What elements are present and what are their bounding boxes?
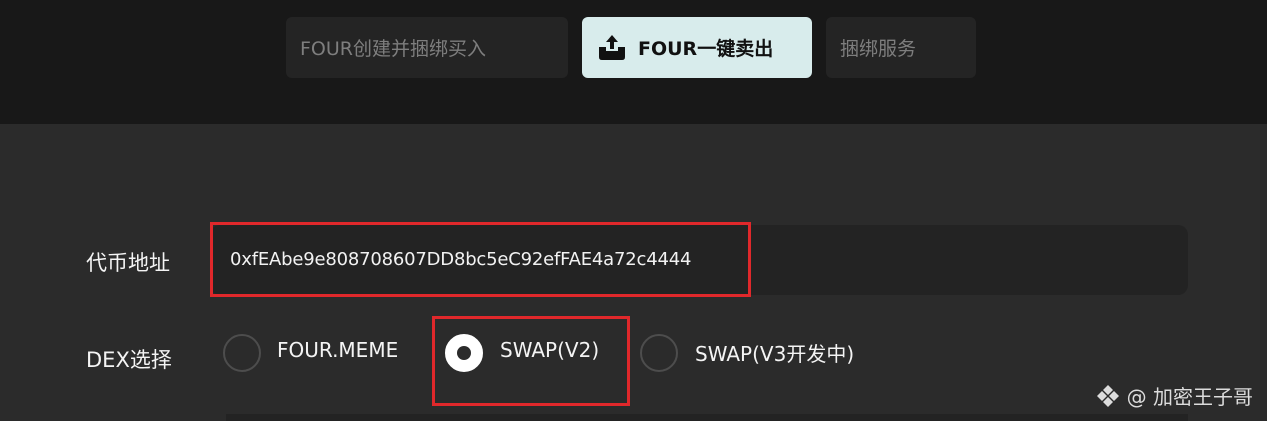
dex-select-label: DEX选择 (86, 348, 172, 372)
token-address-highlight-box (210, 222, 751, 297)
tab-four-create-bundle-buy[interactable]: FOUR创建并捆绑买入 (286, 17, 568, 78)
tab-bundle-service[interactable]: 捆绑服务 (826, 17, 976, 78)
radio-label-swap-v3: SWAP(V3开发中) (695, 342, 855, 366)
watermark-text: @ 加密王子哥 (1126, 385, 1253, 409)
token-address-label: 代币地址 (86, 251, 170, 275)
watermark: @ 加密王子哥 (1095, 381, 1253, 410)
tab-label: FOUR创建并捆绑买入 (300, 38, 486, 60)
radio-four-meme[interactable] (223, 334, 261, 372)
top-tab-bar: FOUR创建并捆绑买入 FOUR一键卖出 捆绑服务 (0, 0, 1267, 124)
tab-label: 捆绑服务 (840, 38, 917, 60)
next-field-strip (226, 414, 1188, 421)
swap-v2-highlight-box (432, 316, 630, 406)
diamond-logo-icon (1095, 383, 1121, 409)
tab-four-one-click-sell[interactable]: FOUR一键卖出 (582, 17, 812, 78)
upload-tray-icon (596, 33, 628, 63)
tab-label: FOUR一键卖出 (638, 38, 774, 60)
radio-swap-v3[interactable] (640, 334, 678, 372)
radio-label-four-meme: FOUR.MEME (277, 338, 399, 362)
